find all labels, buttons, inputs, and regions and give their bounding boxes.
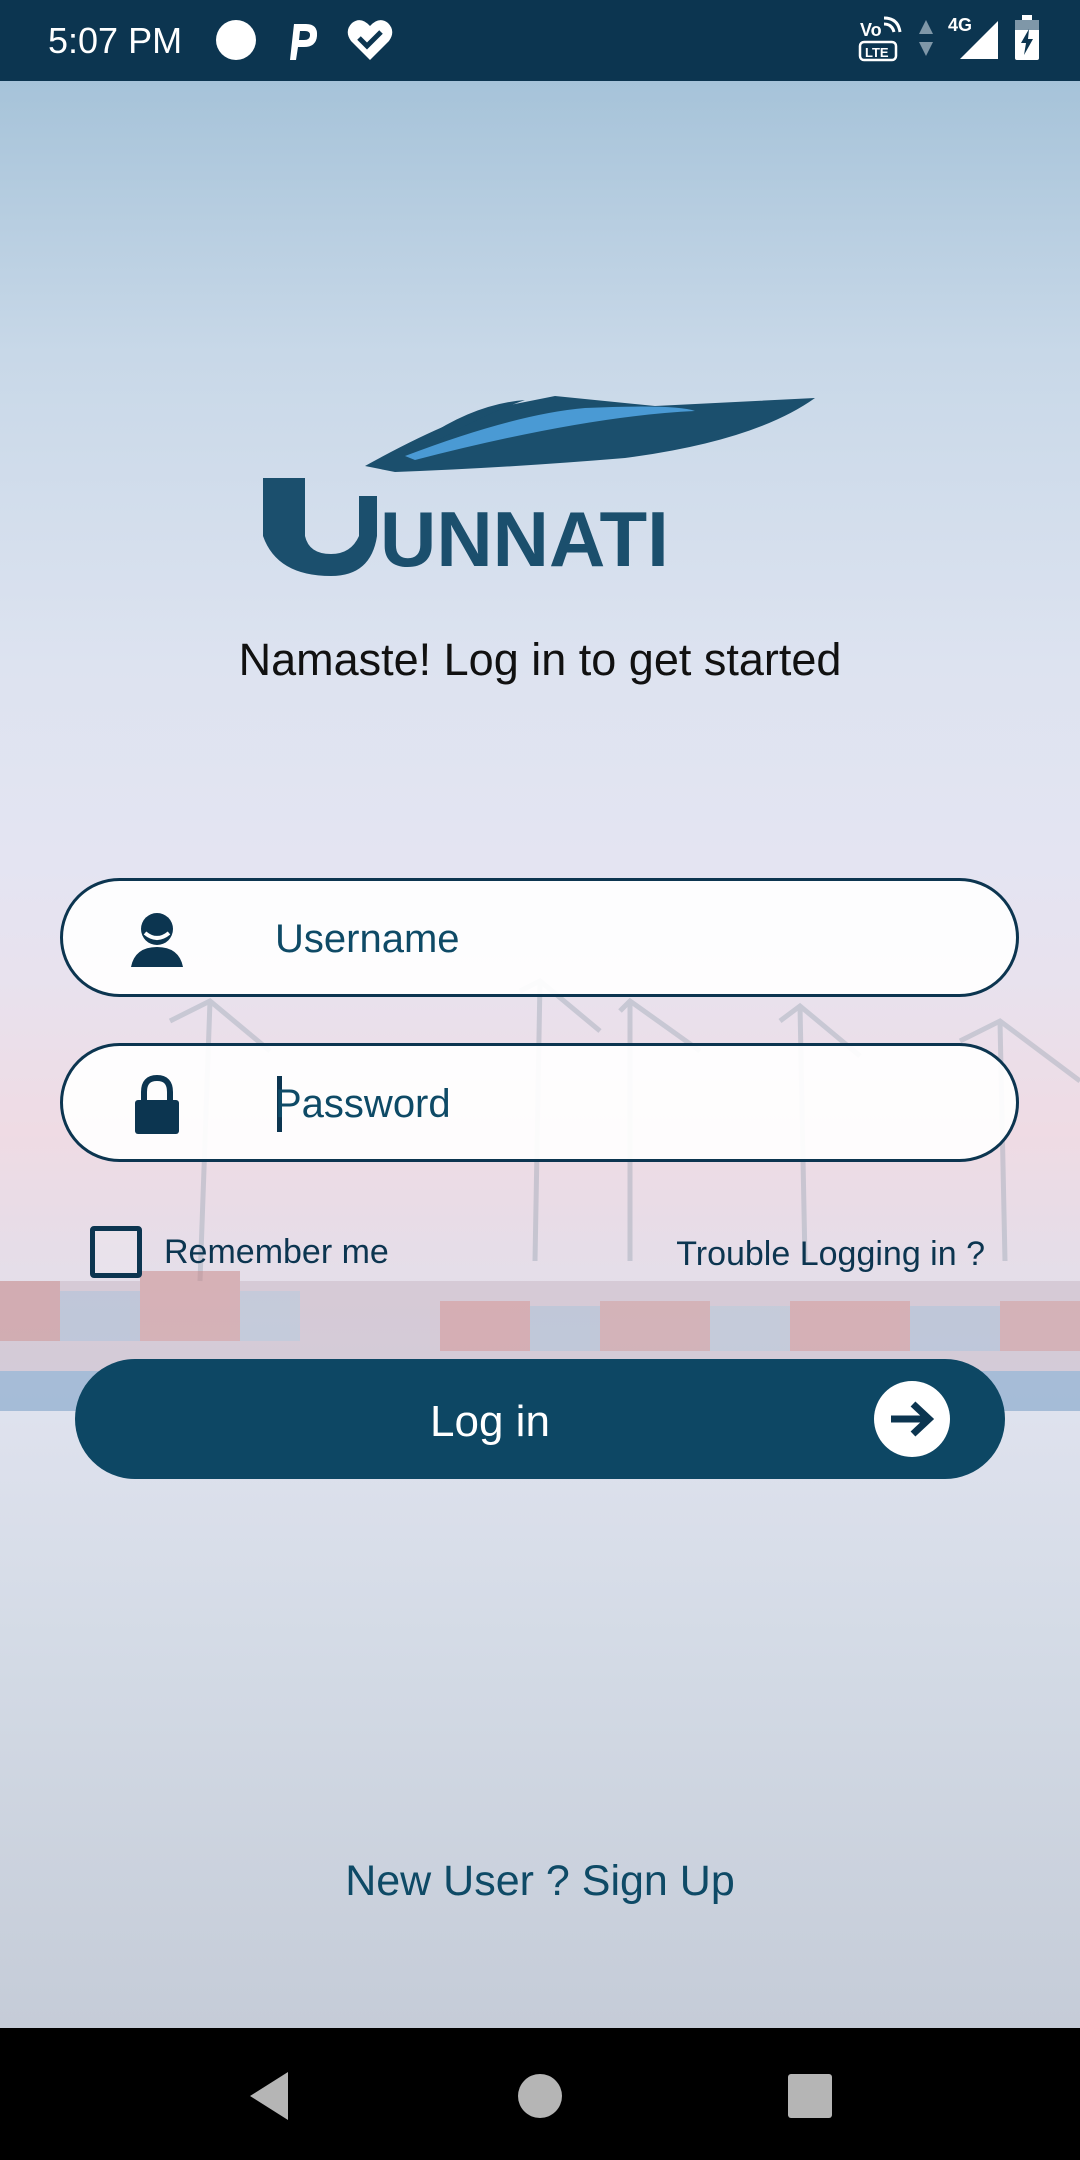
signup-link[interactable]: New User ? Sign Up (0, 1857, 1080, 1906)
remember-me-label[interactable]: Remember me (164, 1233, 389, 1272)
circle-notification-icon (216, 20, 256, 60)
lock-icon (135, 1074, 179, 1134)
svg-text:4G: 4G (948, 15, 972, 35)
remember-me[interactable]: Remember me (90, 1226, 389, 1278)
password-field[interactable]: Password (60, 1043, 1019, 1162)
data-arrows-icon (919, 20, 933, 56)
remember-me-checkbox[interactable] (90, 1226, 142, 1278)
user-icon (131, 913, 183, 967)
arrow-right-icon[interactable] (873, 1380, 951, 1458)
status-time: 5:07 PM (48, 20, 183, 61)
battery-charging-icon (1015, 15, 1039, 60)
login-button[interactable]: Log in (75, 1359, 1005, 1479)
login-screen: UNNATI Namaste! Log in to get started Us… (0, 81, 1080, 2028)
recents-icon[interactable] (780, 2066, 840, 2126)
heart-check-icon (347, 20, 393, 61)
login-button-label[interactable]: Log in (75, 1397, 905, 1447)
svg-text:Vo: Vo (860, 20, 882, 40)
status-bar: 5:07 PM Vo LTE 4G (0, 0, 1080, 81)
system-icons: Vo LTE 4G (858, 14, 1040, 62)
username-field[interactable]: Username (60, 878, 1019, 997)
back-icon[interactable] (240, 2066, 300, 2126)
p-notification-icon (290, 24, 318, 60)
logo-text: UNNATI (380, 495, 669, 576)
svg-text:LTE: LTE (865, 45, 889, 60)
home-icon[interactable] (510, 2066, 570, 2126)
tagline: Namaste! Log in to get started (238, 634, 842, 685)
volte-icon: Vo LTE (858, 16, 902, 62)
trouble-logging-in-link[interactable]: Trouble Logging in ? (676, 1235, 985, 1274)
notification-icons (214, 18, 394, 62)
signal-4g-icon: 4G (948, 15, 998, 59)
navigation-bar (0, 2028, 1080, 2160)
username-placeholder[interactable]: Username (275, 917, 460, 962)
password-placeholder[interactable]: Password (275, 1082, 451, 1127)
unnati-logo: UNNATI (263, 396, 815, 576)
